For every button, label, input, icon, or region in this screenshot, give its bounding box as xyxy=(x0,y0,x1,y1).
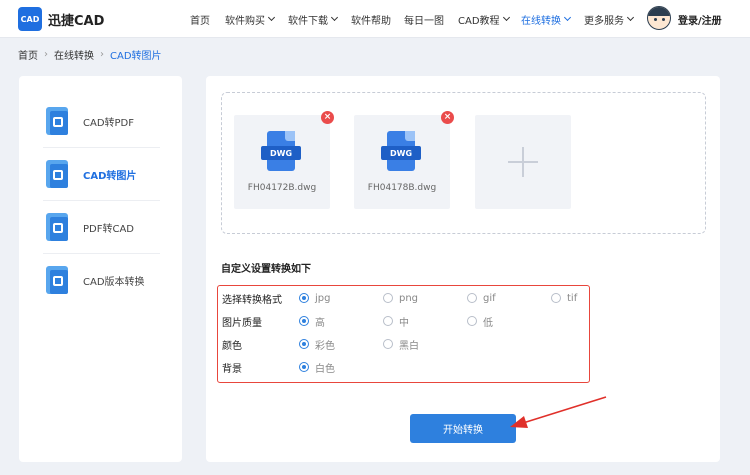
arrow-head xyxy=(510,416,528,428)
arrow-line xyxy=(522,396,607,424)
annotation-arrow xyxy=(510,396,607,428)
